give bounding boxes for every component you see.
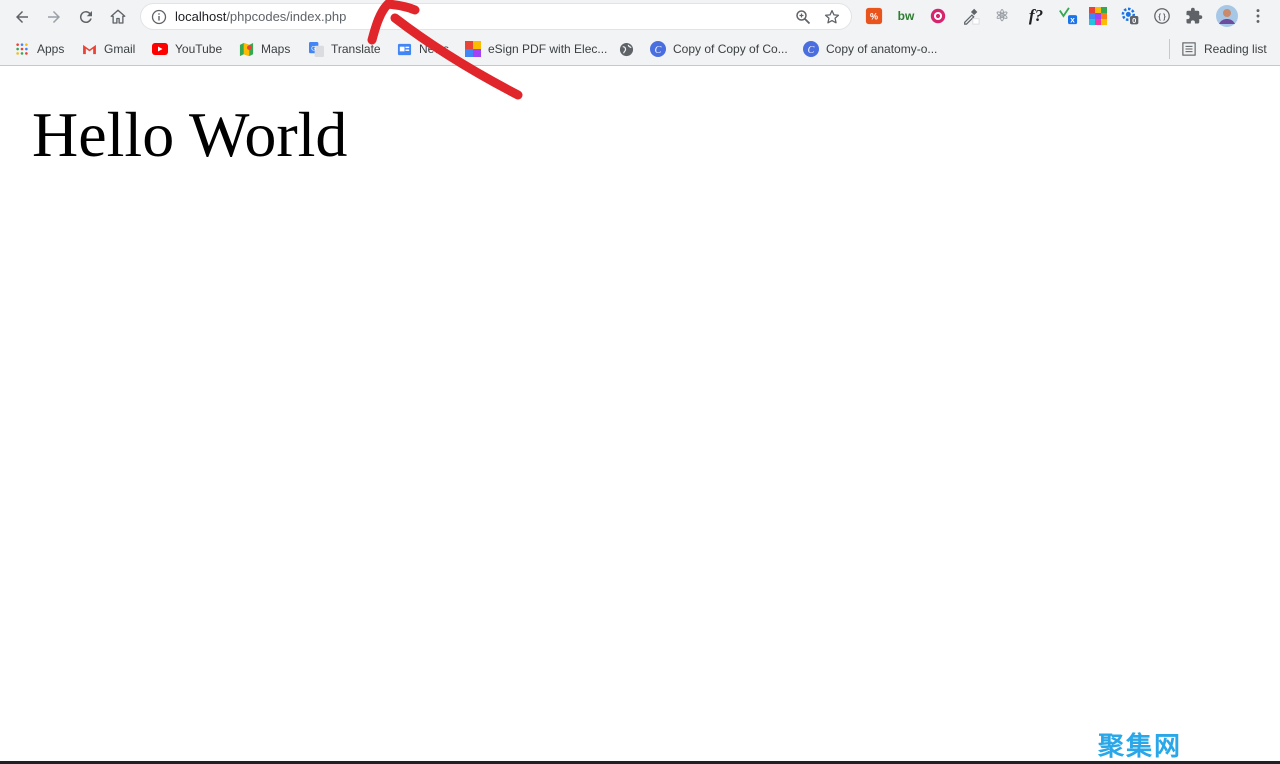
address-bar[interactable]: localhost/phpcodes/index.php xyxy=(140,3,852,30)
url-host: localhost xyxy=(175,9,227,24)
bookmark-copy-of-copy[interactable]: C Copy of Copy of Co... xyxy=(650,40,788,58)
bookmark-news[interactable]: News xyxy=(396,40,449,58)
profile-avatar[interactable] xyxy=(1216,5,1238,27)
bookmark-label: Translate xyxy=(331,42,381,56)
extension-fx-icon[interactable]: f? xyxy=(1024,6,1048,26)
extension-orange-icon[interactable]: % xyxy=(864,6,884,26)
bookmark-gmail[interactable]: Gmail xyxy=(81,40,135,58)
bookmark-label: Maps xyxy=(261,42,291,56)
info-icon[interactable] xyxy=(151,9,167,25)
extension-translate-icon[interactable]: x xyxy=(1058,6,1078,26)
svg-text:x: x xyxy=(1070,15,1075,24)
extension-react-icon[interactable]: ⚛ xyxy=(992,6,1012,26)
forward-button[interactable] xyxy=(41,4,67,30)
gmail-icon xyxy=(81,41,97,57)
apps-grid-icon xyxy=(14,41,30,57)
svg-text:C: C xyxy=(808,45,815,56)
eyedropper-icon[interactable] xyxy=(961,6,981,26)
youtube-icon xyxy=(152,41,168,57)
maps-icon xyxy=(238,41,254,57)
bookmark-translate[interactable]: G Translate xyxy=(308,40,381,58)
arrow-left-icon xyxy=(16,11,28,23)
news-icon xyxy=(396,41,412,57)
browser-menu-button[interactable] xyxy=(1248,6,1268,26)
extension-eye-icon[interactable] xyxy=(928,6,948,26)
arrow-right-icon xyxy=(48,11,60,23)
translate-icon: G xyxy=(308,41,324,57)
esign-pdf-icon xyxy=(465,41,481,57)
browser-toolbar: localhost/phpcodes/index.php % bw ⚛ f? x xyxy=(0,0,1280,33)
home-button[interactable] xyxy=(105,4,131,30)
bookmarks-divider xyxy=(1169,39,1170,59)
bookmark-label: Apps xyxy=(37,42,65,56)
bookmark-label: Copy of Copy of Co... xyxy=(673,42,788,56)
bookmark-label: Gmail xyxy=(104,42,136,56)
extension-grid-icon[interactable] xyxy=(1088,6,1108,26)
back-button[interactable] xyxy=(9,4,35,30)
bookmark-apps[interactable]: Apps xyxy=(14,40,64,58)
extension-bw-icon[interactable]: bw xyxy=(896,6,916,26)
canva-icon: C xyxy=(650,41,666,57)
bookmark-youtube[interactable]: YouTube xyxy=(152,40,222,58)
bookmark-label: YouTube xyxy=(175,42,223,56)
canva-icon: C xyxy=(803,41,819,57)
extension-braces-icon[interactable]: { } xyxy=(1152,6,1172,26)
url-path: /phpcodes/index.php xyxy=(226,9,347,24)
bookmark-star-icon[interactable] xyxy=(823,8,841,26)
bookmark-label: News xyxy=(419,42,450,56)
bookmark-label: eSign PDF with Elec... xyxy=(488,42,608,56)
bookmark-esign-pdf[interactable]: eSign PDF with Elec... xyxy=(465,40,607,58)
reading-list-label: Reading list xyxy=(1204,42,1267,56)
more-vertical-icon xyxy=(1256,9,1260,23)
reload-button[interactable] xyxy=(73,4,99,30)
home-icon xyxy=(110,9,126,24)
bookmark-copy-of-anatomy[interactable]: C Copy of anatomy-o... xyxy=(803,40,937,58)
reload-icon xyxy=(79,11,92,24)
svg-text:G: G xyxy=(311,45,316,52)
reading-list-button[interactable]: Reading list xyxy=(1181,40,1267,58)
extensions-puzzle-icon[interactable] xyxy=(1184,6,1204,26)
svg-text:C: C xyxy=(655,45,662,56)
svg-text:0: 0 xyxy=(1132,16,1136,25)
bookmark-globe[interactable] xyxy=(618,40,641,58)
svg-text:{ }: { } xyxy=(1158,12,1166,21)
bookmark-maps[interactable]: Maps xyxy=(238,40,290,58)
extension-gear-badge-icon[interactable]: 0 xyxy=(1120,6,1140,26)
zoom-icon[interactable] xyxy=(795,9,811,25)
watermark-text: 聚集网 xyxy=(1098,731,1183,761)
svg-text:%: % xyxy=(870,12,878,22)
url-text[interactable]: localhost/phpcodes/index.php xyxy=(175,9,346,24)
globe-icon xyxy=(618,41,634,57)
reading-list-icon xyxy=(1181,41,1197,57)
bookmark-label: Copy of anatomy-o... xyxy=(826,42,938,56)
page-heading: Hello World xyxy=(32,99,348,170)
